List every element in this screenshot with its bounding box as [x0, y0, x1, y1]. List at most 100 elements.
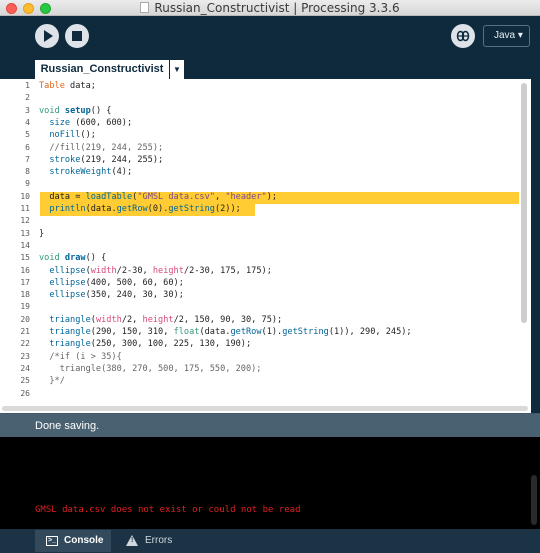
code-line[interactable]: 8 strokeWeight(4);	[0, 167, 531, 179]
debugger-button[interactable]	[451, 24, 475, 48]
code-line[interactable]: 17 ellipse(400, 500, 60, 60);	[0, 278, 531, 290]
code-text: triangle(width/2, height/2, 150, 90, 30,…	[49, 314, 283, 325]
code-line[interactable]: 23 /*if (i > 35){	[0, 352, 531, 364]
line-number: 18	[20, 290, 30, 300]
tab-console[interactable]: >_ Console	[35, 530, 111, 552]
line-number: 9	[25, 179, 30, 189]
status-message: Done saving.	[35, 420, 100, 432]
line-number: 6	[25, 142, 30, 152]
code-line[interactable]: 9	[0, 179, 531, 191]
line-number: 11	[20, 204, 30, 213]
tab-menu-button[interactable]: ▼	[170, 60, 184, 79]
tab-russian-constructivist[interactable]: Russian_Constructivist	[35, 60, 169, 79]
code-line[interactable]: 26	[0, 389, 531, 401]
code-line[interactable]: 18 ellipse(350, 240, 30, 30);	[0, 290, 531, 302]
horizontal-scroll-thumb[interactable]	[2, 406, 528, 411]
code-text: void draw() {	[39, 253, 107, 264]
code-text: ellipse(400, 500, 60, 60);	[49, 277, 184, 288]
tab-errors[interactable]: ! Errors	[118, 530, 188, 552]
line-number: 15	[20, 253, 30, 263]
code-line[interactable]: 24 triangle(380, 270, 500, 175, 550, 200…	[0, 364, 531, 376]
toolbar: Java ▾	[0, 16, 540, 60]
code-text: }*/	[39, 376, 65, 387]
errors-tab-label: Errors	[145, 535, 173, 546]
editor-vertical-scrollbar[interactable]	[521, 83, 527, 323]
mode-selector[interactable]: Java ▾	[483, 25, 530, 47]
code-line[interactable]: 12	[0, 216, 531, 228]
window-title-wrap: Russian_Constructivist | Processing 3.3.…	[0, 1, 540, 15]
line-number: 4	[25, 117, 30, 127]
code-text: stroke(219, 244, 255);	[49, 154, 164, 165]
code-line[interactable]: 5 noFill();	[0, 130, 531, 142]
code-line[interactable]: 25 }*/	[0, 376, 531, 388]
code-line[interactable]: 22 triangle(250, 300, 100, 225, 130, 190…	[0, 339, 531, 351]
line-number: 26	[20, 388, 30, 398]
line-number: 23	[20, 351, 30, 361]
line-number: 20	[20, 314, 30, 324]
debugger-icon	[456, 30, 470, 42]
code-text: Table data;	[39, 81, 96, 91]
line-number: 21	[20, 327, 30, 336]
code-text: noFill();	[49, 130, 96, 141]
line-number: 12	[20, 216, 30, 226]
window-title: Russian_Constructivist | Processing 3.3.…	[154, 1, 400, 15]
code-text: //fill(219, 244, 255);	[39, 142, 164, 153]
code-text: strokeWeight(4);	[49, 167, 133, 178]
code-line[interactable]: 15 void draw() {	[0, 253, 531, 265]
sketch-tab-row: Russian_Constructivist ▼	[0, 60, 540, 79]
play-icon	[44, 30, 53, 42]
code-line[interactable]: 13}	[0, 229, 531, 241]
editor-horizontal-scrollbar[interactable]	[0, 404, 531, 413]
line-number: 7	[25, 154, 30, 164]
console-error-message: GMSL data.csv does not exist or could no…	[35, 505, 301, 515]
code-line[interactable]: 7 stroke(219, 244, 255);	[0, 155, 531, 167]
code-text: triangle(250, 300, 100, 225, 130, 190);	[49, 339, 252, 350]
console-panel[interactable]: GMSL data.csv does not exist or could no…	[0, 437, 540, 529]
code-line[interactable]: 10 data = loadTable("GMSL data.csv", "he…	[0, 192, 531, 204]
bottom-tab-bar: >_ Console ! Errors	[0, 529, 540, 553]
line-number: 19	[20, 302, 30, 312]
console-scrollbar[interactable]	[531, 475, 537, 525]
line-number: 5	[25, 130, 30, 140]
line-number: 17	[20, 277, 30, 287]
code-text: ellipse(350, 240, 30, 30);	[49, 290, 184, 301]
document-icon	[140, 2, 150, 13]
code-line[interactable]: 6 //fill(219, 244, 255);	[0, 143, 531, 155]
code-editor[interactable]: 1 Table data; 2 3 void setup() {4 size (600,…	[0, 79, 531, 404]
code-text: ellipse(width/2-30, height/2-30, 175, 17…	[49, 265, 272, 276]
code-text: triangle(380, 270, 500, 175, 550, 200);	[39, 363, 262, 374]
status-bar: Done saving.	[0, 413, 540, 437]
line-number: 22	[20, 339, 30, 349]
code-line[interactable]: 2	[0, 93, 531, 105]
code-line[interactable]: 11 println(data.getRow(0).getString(2));	[0, 204, 531, 216]
line-number: 2	[25, 93, 30, 103]
line-number: 16	[20, 265, 30, 275]
stop-icon	[72, 31, 82, 41]
title-bar: Russian_Constructivist | Processing 3.3.…	[0, 0, 540, 16]
code-line[interactable]: 21 triangle(290, 150, 310, float(data.ge…	[0, 327, 531, 339]
code-text: println(data.getRow(0).getString(2));	[49, 204, 241, 214]
stop-button[interactable]	[65, 24, 89, 48]
line-number: 24	[20, 363, 30, 373]
code-line[interactable]: 20 triangle(width/2, height/2, 150, 90, …	[0, 315, 531, 327]
code-text: size (600, 600);	[49, 117, 133, 128]
console-icon: >_	[46, 536, 58, 546]
line-number: 1	[25, 81, 30, 90]
code-text: data = loadTable("GMSL data.csv", "heade…	[39, 191, 278, 202]
line-number: 13	[20, 228, 30, 238]
code-line[interactable]: 4 size (600, 600);	[0, 118, 531, 130]
code-text: /*if (i > 35){	[39, 351, 122, 362]
console-tab-label: Console	[64, 535, 104, 546]
line-number: 14	[20, 240, 30, 250]
code-text: void setup() {	[39, 105, 112, 116]
code-line[interactable]: 16 ellipse(width/2-30, height/2-30, 175,…	[0, 266, 531, 278]
code-line[interactable]: 3 void setup() {	[0, 106, 531, 118]
code-line[interactable]: 19	[0, 302, 531, 314]
run-button[interactable]	[35, 24, 59, 48]
line-number: 10	[20, 191, 30, 201]
line-number: 3	[25, 105, 30, 115]
code-line[interactable]: 14	[0, 241, 531, 253]
code-text: }	[39, 228, 45, 239]
code-line[interactable]: 1 Table data;	[0, 81, 531, 93]
code-text: triangle(290, 150, 310, float(data.getRo…	[49, 327, 412, 337]
